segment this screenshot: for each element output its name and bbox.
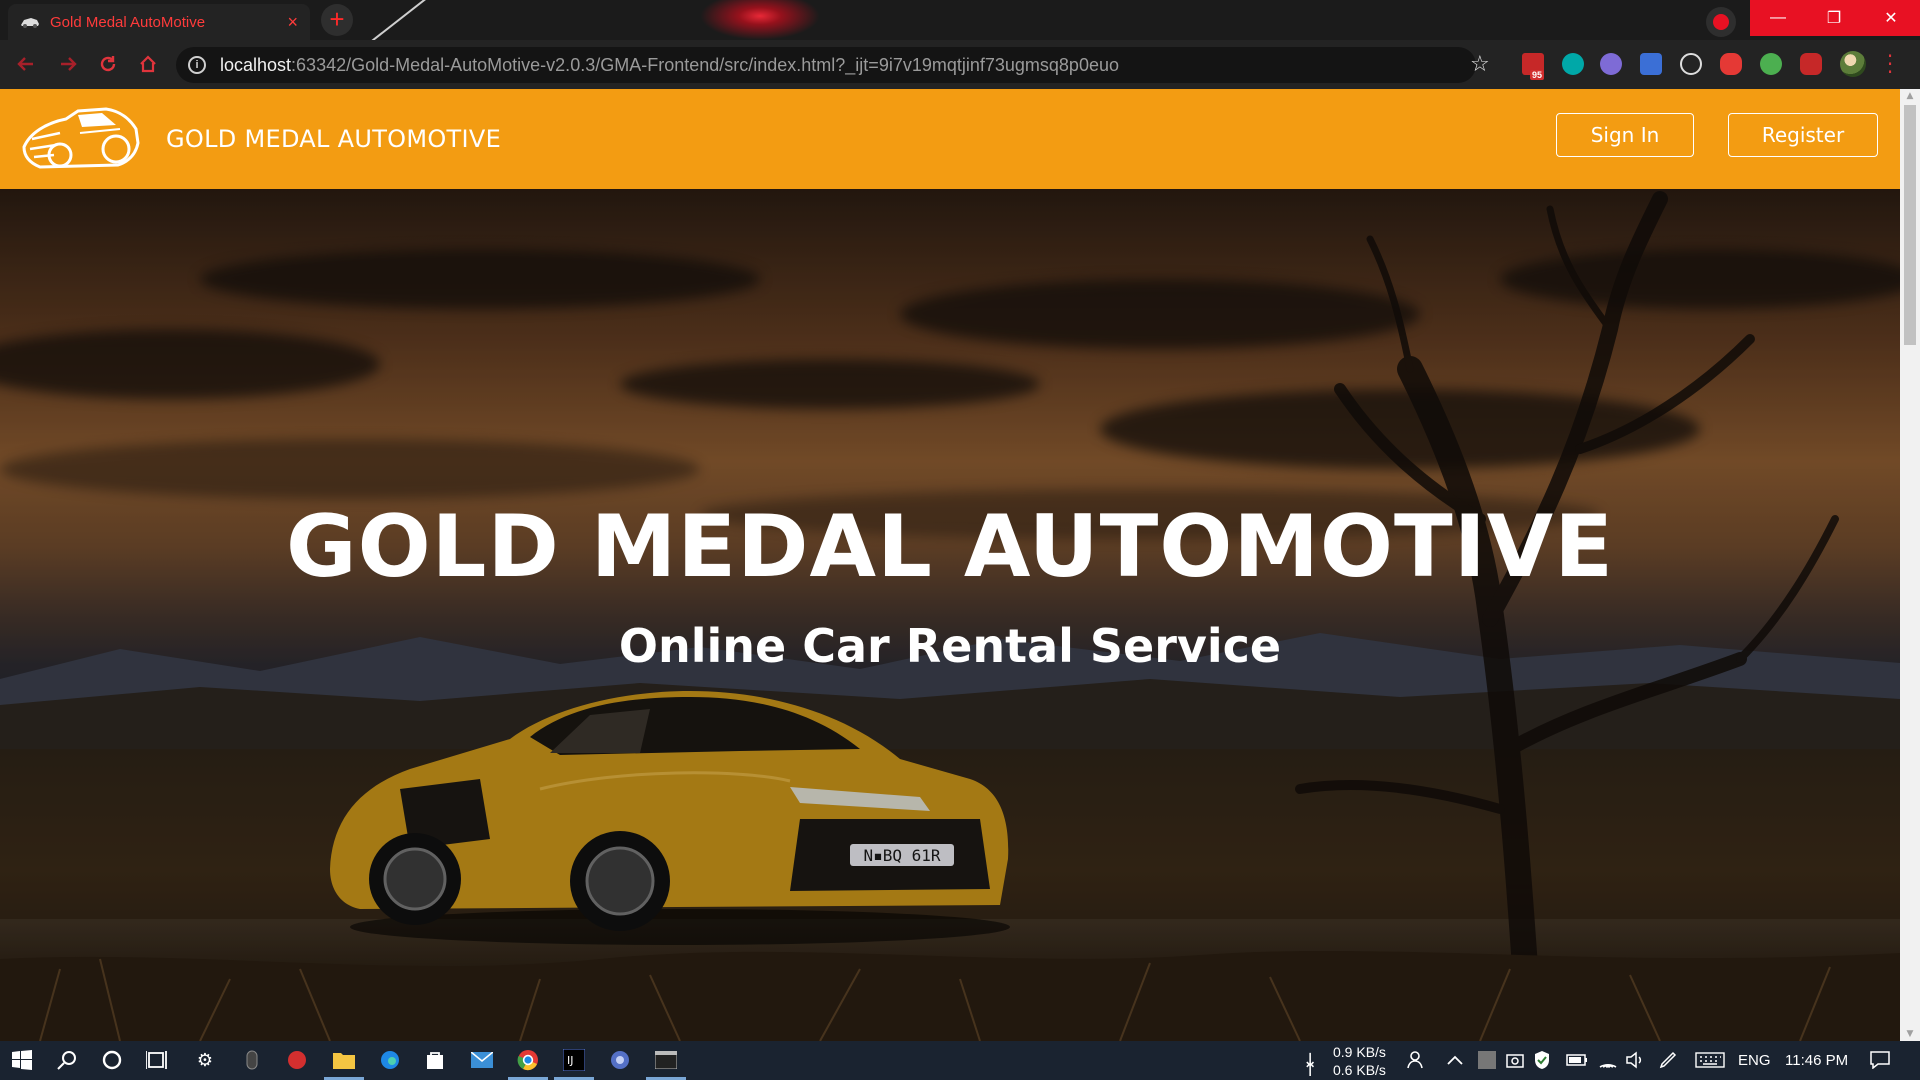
terminal-icon[interactable] bbox=[654, 1048, 678, 1072]
hero-overlay bbox=[0, 189, 1900, 1041]
m-extension-icon[interactable] bbox=[1562, 53, 1584, 75]
address-bar[interactable]: i localhost:63342/Gold-Medal-AutoMotive-… bbox=[176, 47, 1476, 83]
page-scrollbar[interactable]: ▲ ▼ bbox=[1900, 89, 1920, 1041]
svg-text:IJ: IJ bbox=[567, 1054, 574, 1067]
mail-icon[interactable] bbox=[470, 1048, 494, 1072]
red-app-icon[interactable] bbox=[285, 1048, 309, 1072]
scroll-down-arrow-icon[interactable]: ▼ bbox=[1900, 1027, 1920, 1041]
back-arrow-icon[interactable] bbox=[14, 52, 38, 76]
task-view-icon[interactable] bbox=[145, 1048, 169, 1072]
intellij-icon[interactable]: IJ bbox=[562, 1048, 586, 1072]
bookmark-star-icon[interactable]: ☆ bbox=[1470, 52, 1490, 77]
pen-ink-icon[interactable] bbox=[1656, 1048, 1680, 1072]
browser-tab[interactable]: Gold Medal AutoMotive × bbox=[8, 4, 310, 40]
people-icon[interactable] bbox=[1405, 1048, 1429, 1072]
chrome-icon[interactable] bbox=[516, 1048, 540, 1072]
settings-gear-icon[interactable]: ⚙ bbox=[193, 1048, 217, 1072]
puzzle-extension-icon[interactable] bbox=[1800, 53, 1822, 75]
record-indicator-icon[interactable] bbox=[1706, 7, 1736, 37]
sign-in-button[interactable]: Sign In bbox=[1556, 113, 1694, 157]
notification-center-icon[interactable] bbox=[1868, 1048, 1892, 1072]
clock-time[interactable]: 11:46 PM bbox=[1785, 1052, 1848, 1069]
hero-section: N▪BQ 61R GOLD MEDAL AUTOMOTIVE Online Ca… bbox=[0, 189, 1900, 1041]
restore-button[interactable]: ❐ bbox=[1806, 0, 1862, 36]
file-explorer-icon[interactable] bbox=[332, 1048, 356, 1072]
site-info-icon[interactable]: i bbox=[188, 56, 206, 74]
minimize-button[interactable]: — bbox=[1750, 0, 1806, 36]
gmail-badge: 95 bbox=[1530, 70, 1545, 80]
hand-extension-icon[interactable] bbox=[1720, 53, 1742, 75]
hero-subtitle: Online Car Rental Service bbox=[618, 619, 1282, 673]
security-shield-icon[interactable] bbox=[1530, 1048, 1554, 1072]
input-language[interactable]: ENG bbox=[1738, 1052, 1771, 1069]
brand-name[interactable]: GOLD MEDAL AUTOMOTIVE bbox=[166, 125, 501, 153]
browser-menu-icon[interactable]: · · · bbox=[1886, 46, 1894, 82]
network-upload-speed: 0.6 KB/s bbox=[1333, 1062, 1386, 1078]
tab-title: Gold Medal AutoMotive bbox=[50, 13, 206, 31]
edge-browser-icon[interactable] bbox=[378, 1048, 402, 1072]
battery-icon[interactable] bbox=[1565, 1048, 1589, 1072]
wallpaper-glow bbox=[700, 0, 820, 40]
translate-extension-icon[interactable] bbox=[1640, 53, 1662, 75]
forward-arrow-icon[interactable] bbox=[56, 52, 80, 76]
network-download-speed: 0.9 KB/s bbox=[1333, 1044, 1386, 1060]
scrollbar-thumb[interactable] bbox=[1904, 105, 1916, 345]
volume-icon[interactable] bbox=[1623, 1048, 1647, 1072]
react-extension-icon[interactable] bbox=[1680, 53, 1702, 75]
scroll-up-arrow-icon[interactable]: ▲ bbox=[1900, 89, 1920, 103]
browser-tab-strip: Gold Medal AutoMotive × + — ❐ ✕ bbox=[0, 0, 1920, 40]
url-path: :63342/Gold-Medal-AutoMotive-v2.0.3/GMA-… bbox=[291, 54, 1119, 75]
reload-icon[interactable] bbox=[96, 52, 120, 76]
touch-keyboard-icon[interactable] bbox=[1694, 1048, 1726, 1072]
url-host: localhost bbox=[220, 54, 292, 75]
home-icon[interactable] bbox=[136, 52, 160, 76]
camera-icon[interactable] bbox=[1503, 1048, 1527, 1072]
search-icon[interactable] bbox=[55, 1048, 79, 1072]
colorful-extension-icon[interactable] bbox=[1760, 53, 1782, 75]
wifi-icon[interactable] bbox=[1596, 1048, 1620, 1072]
wallpaper-streak bbox=[367, 0, 433, 40]
site-navbar: GOLD MEDAL AUTOMOTIVE Sign In Register bbox=[0, 89, 1900, 189]
cortana-icon[interactable] bbox=[100, 1048, 124, 1072]
hero-title: GOLD MEDAL AUTOMOTIVE bbox=[285, 497, 1614, 597]
mouse-app-icon[interactable] bbox=[240, 1048, 264, 1072]
page-viewport: GOLD MEDAL AUTOMOTIVE Sign In Register N… bbox=[0, 89, 1920, 1041]
blue-app-icon[interactable] bbox=[608, 1048, 632, 1072]
shield-extension-icon[interactable] bbox=[1600, 53, 1622, 75]
upload-arrow-icon: ↑ bbox=[1302, 1059, 1318, 1080]
new-tab-button[interactable]: + bbox=[321, 4, 353, 36]
profile-avatar[interactable] bbox=[1840, 51, 1866, 77]
tray-app-icon[interactable] bbox=[1475, 1048, 1499, 1072]
windows-start-icon[interactable] bbox=[10, 1048, 34, 1072]
tab-close-icon[interactable]: × bbox=[287, 12, 298, 33]
store-icon[interactable] bbox=[423, 1048, 447, 1072]
register-button[interactable]: Register bbox=[1728, 113, 1878, 157]
close-window-button[interactable]: ✕ bbox=[1862, 0, 1920, 36]
show-hidden-icons-chevron-icon[interactable] bbox=[1443, 1048, 1467, 1072]
car-logo-icon[interactable] bbox=[20, 103, 140, 175]
car-favicon-icon bbox=[21, 18, 39, 28]
